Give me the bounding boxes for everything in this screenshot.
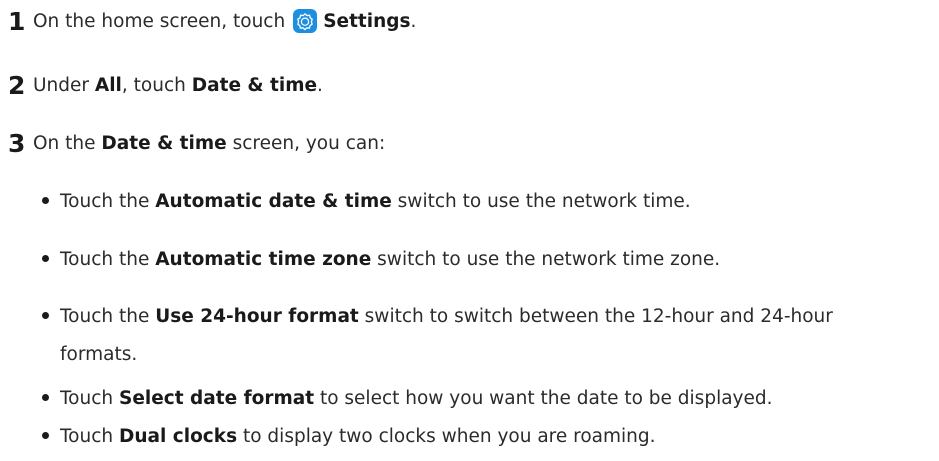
list-item: Touch the Use 24-hour format switch to s… — [42, 298, 932, 336]
list-item: Touch the Automatic date & time switch t… — [42, 183, 932, 221]
step-text-bold: Date & time — [191, 74, 318, 96]
bullet-dot — [42, 254, 49, 262]
bullet-text-prefix: Touch — [60, 388, 114, 409]
step-number: 1 — [8, 6, 26, 36]
bullet-text-bold: Automatic date & time — [155, 191, 392, 212]
bullet-text-continuation: formats. — [60, 344, 138, 365]
bullet-dot — [42, 393, 49, 401]
settings-app-icon — [293, 9, 318, 33]
step-number: 3 — [8, 128, 26, 158]
bullet-text-suffix: switch to use the network time zone. — [377, 249, 721, 270]
step-text-bold: Date & time — [101, 132, 227, 154]
list-item: Touch Select date format to select how y… — [42, 380, 932, 418]
step-number: 2 — [8, 70, 26, 100]
step-1: 1 On the home screen, touch Settings . — [8, 6, 416, 36]
step-text-mid: , touch — [121, 74, 186, 96]
step-2: 2 Under All, touch Date & time. — [8, 70, 323, 100]
step-text-bold: All — [94, 74, 122, 96]
bullet-text-bold: Select date format — [119, 388, 315, 409]
bullet-text-suffix: switch to use the network time. — [397, 191, 691, 212]
bullet-dot — [42, 196, 49, 204]
bullet-text-prefix: Touch — [60, 426, 114, 447]
list-item-continuation: formats. — [60, 336, 920, 374]
bullet-text-suffix: to display two clocks when you are roami… — [242, 426, 656, 447]
step-text-prefix: On the home screen, touch — [33, 10, 286, 32]
list-item: Touch the Automatic time zone switch to … — [42, 241, 932, 279]
bullet-text-prefix: Touch the — [60, 191, 150, 212]
bullet-text-suffix: switch to switch between the 12-hour and… — [364, 306, 833, 327]
bullet-dot — [42, 431, 49, 439]
bullet-text-bold: Dual clocks — [119, 426, 238, 447]
step-3: 3 On the Date & time screen, you can: — [8, 128, 385, 158]
bullet-text-bold: Automatic time zone — [155, 249, 372, 270]
step-text-prefix: Under — [33, 74, 89, 96]
step-text-suffix: . — [410, 10, 417, 32]
bullet-text-bold: Use 24-hour format — [155, 306, 359, 327]
bullet-text-prefix: Touch the — [60, 249, 150, 270]
step-text-prefix: On the — [33, 132, 96, 154]
step-text-suffix: screen, you can: — [232, 132, 386, 154]
bullet-text-prefix: Touch the — [60, 306, 150, 327]
bullet-text-suffix: to select how you want the date to be di… — [319, 388, 773, 409]
bullet-dot — [42, 311, 49, 319]
step-text-suffix: . — [317, 74, 323, 96]
list-item: Touch Dual clocks to display two clocks … — [42, 418, 932, 456]
step-text-bold: Settings — [323, 10, 411, 32]
